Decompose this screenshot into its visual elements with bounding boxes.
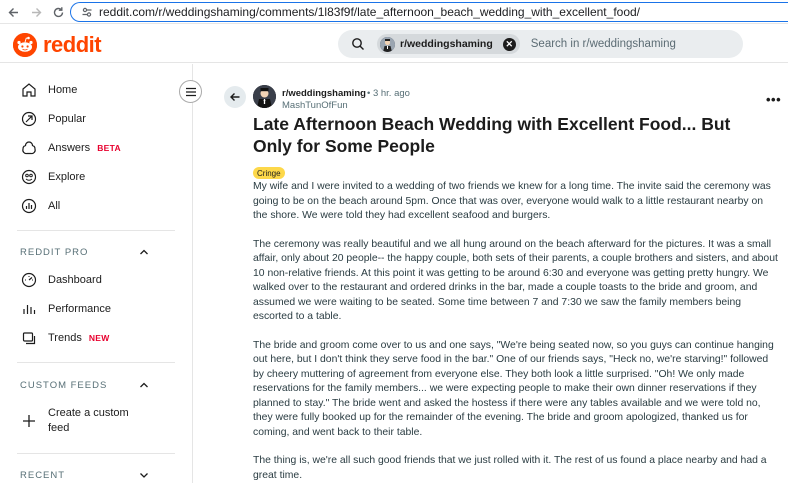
sidebar-item-label: Explore <box>48 171 86 183</box>
sidebar-divider <box>17 230 175 231</box>
subreddit-link[interactable]: r/weddingshaming <box>282 88 366 99</box>
left-sidebar: Home Popular Answers BETA Explore All RE… <box>0 64 193 483</box>
reddit-logo[interactable]: reddit <box>13 32 102 58</box>
back-button[interactable] <box>224 86 246 108</box>
site-header: reddit r/weddingshaming ✕ Search in r/we… <box>0 25 788 63</box>
post-paragraph: My wife and I were invited to a wedding … <box>253 181 771 221</box>
sidebar-item-label: Dashboard <box>48 274 102 286</box>
post-paragraph: The bride and groom come over to us and … <box>253 339 774 438</box>
reddit-pro-heading[interactable]: REDDIT PRO <box>20 247 88 258</box>
sidebar-item-label: Home <box>48 84 78 96</box>
performance-icon <box>20 300 38 318</box>
trends-icon <box>20 329 38 347</box>
beta-badge: BETA <box>97 143 121 153</box>
search-placeholder[interactable]: Search in r/weddingshaming <box>531 38 676 50</box>
sidebar-item-explore[interactable]: Explore <box>20 166 85 188</box>
subreddit-avatar[interactable] <box>253 85 276 108</box>
new-badge: NEW <box>88 333 110 343</box>
sidebar-item-answers[interactable]: Answers BETA <box>20 137 121 159</box>
more-options-icon[interactable]: ••• <box>766 92 781 107</box>
home-icon <box>20 81 38 99</box>
sidebar-item-all[interactable]: All <box>20 195 60 217</box>
post-title: Late Afternoon Beach Wedding with Excell… <box>253 114 731 156</box>
sidebar-item-label: All <box>48 200 61 212</box>
sidebar-item-label: Answers <box>48 142 91 154</box>
answers-icon <box>20 139 38 157</box>
close-icon[interactable]: ✕ <box>502 37 516 51</box>
chevron-up-icon[interactable] <box>138 379 150 391</box>
search-icon <box>352 38 364 50</box>
menu-icon <box>185 87 196 96</box>
recent-heading[interactable]: RECENT <box>20 470 65 481</box>
plus-icon <box>20 412 38 430</box>
create-custom-feed-button[interactable]: Create a custom feed <box>20 406 129 436</box>
arrow-left-icon <box>230 93 240 101</box>
sidebar-item-popular[interactable]: Popular <box>20 108 86 130</box>
post-paragraph: The thing is, we're all such good friend… <box>253 455 767 481</box>
post-body: My wife and I were invited to a wedding … <box>253 180 778 497</box>
browser-toolbar: reddit.com/r/weddingshaming/comments/1l8… <box>0 0 788 24</box>
sidebar-divider <box>17 362 175 363</box>
sidebar-item-label: Trends <box>48 332 82 344</box>
forward-arrow-icon[interactable] <box>26 2 46 22</box>
custom-feeds-heading[interactable]: CUSTOM FEEDS <box>20 380 107 391</box>
sidebar-divider <box>17 453 175 454</box>
snoo-icon <box>13 33 37 57</box>
all-icon <box>20 197 38 215</box>
search-bar[interactable]: r/weddingshaming ✕ Search in r/weddingsh… <box>338 30 743 58</box>
subreddit-search-chip[interactable]: r/weddingshaming ✕ <box>377 34 520 54</box>
post-paragraph: The ceremony was really beautiful and we… <box>253 238 778 323</box>
dashboard-icon <box>20 271 38 289</box>
sidebar-item-label: Popular <box>48 113 86 125</box>
collapse-sidebar-button[interactable] <box>179 80 202 103</box>
url-text: reddit.com/r/weddingshaming/comments/1l8… <box>99 5 641 19</box>
sidebar-item-dashboard[interactable]: Dashboard <box>20 269 102 291</box>
subreddit-avatar-icon <box>380 36 395 52</box>
create-feed-label: Create a custom <box>48 407 129 419</box>
popular-icon <box>20 110 38 128</box>
post-timestamp: • 3 hr. ago <box>367 88 410 99</box>
create-feed-label: feed <box>48 422 70 434</box>
logo-wordmark: reddit <box>43 32 102 57</box>
post-detail: r/weddingshaming • 3 hr. ago MashTunOfFu… <box>194 64 788 483</box>
sidebar-item-trends[interactable]: Trends NEW <box>20 327 110 349</box>
author-link[interactable]: MashTunOfFun <box>282 100 348 111</box>
reload-icon[interactable] <box>48 2 68 22</box>
post-flair[interactable]: Cringe <box>253 167 285 179</box>
site-info-icon[interactable] <box>81 6 93 18</box>
sidebar-item-home[interactable]: Home <box>20 79 77 101</box>
address-bar[interactable]: reddit.com/r/weddingshaming/comments/1l8… <box>70 2 788 22</box>
sidebar-item-label: Performance <box>48 303 111 315</box>
chevron-down-icon[interactable] <box>138 469 150 481</box>
back-arrow-icon[interactable] <box>3 2 23 22</box>
chip-label: r/weddingshaming <box>400 38 493 50</box>
sidebar-item-performance[interactable]: Performance <box>20 298 111 320</box>
chevron-up-icon[interactable] <box>138 246 150 258</box>
explore-icon <box>20 168 38 186</box>
